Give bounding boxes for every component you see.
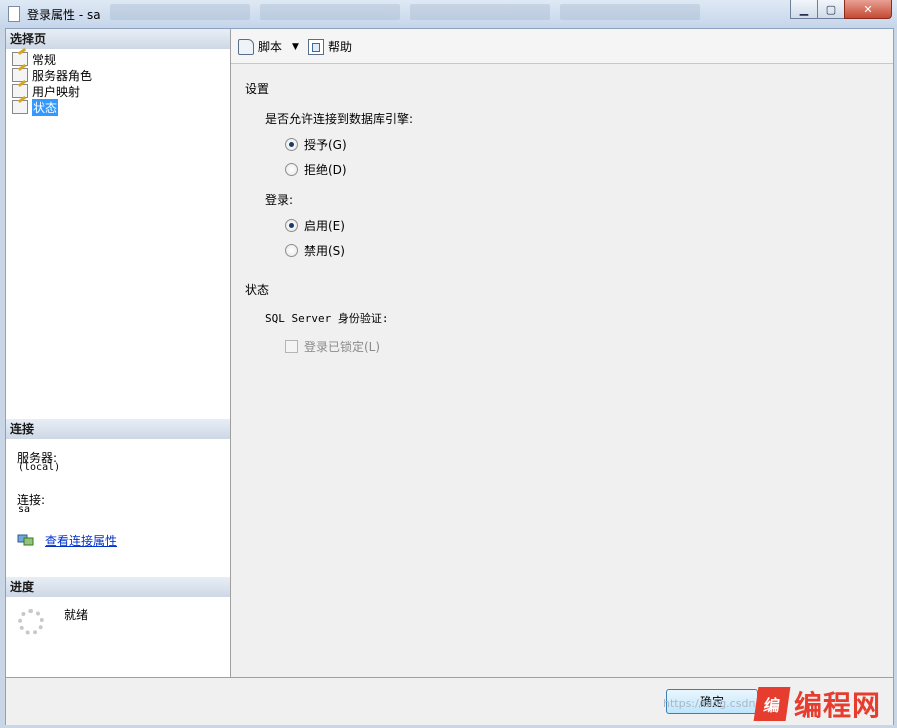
login-locked-checkbox: 登录已锁定(L) [285,338,380,354]
help-button[interactable]: 帮助 [308,38,352,55]
progress-spinner-icon [18,609,44,635]
page-icon [12,100,28,114]
login-label: 登录: [265,193,294,207]
radio-selected-icon [285,137,298,151]
page-item-general[interactable]: 常规 [12,51,56,67]
page-item-label: 用户映射 [32,84,81,99]
page-item-label: 常规 [32,52,57,67]
window-title-bar[interactable]: 登录属性 - sa ▁ ▢ ✕ [0,0,897,28]
enable-radio[interactable]: 启用(E) [285,217,345,233]
page-item-label: 状态 [32,98,59,116]
background-taskbar-tabs [110,4,700,22]
select-page-header: 选择页 [6,29,230,49]
connection-header: 连接 [6,419,230,439]
dialog-frame: 选择页 常规 服务器角色 用户映射 状态 连接 服务器: (local) 连接:… [5,28,894,725]
checkbox-icon [285,339,298,353]
grant-radio[interactable]: 授予(G) [285,136,347,152]
enable-label: 启用(E) [304,218,345,233]
progress-status: 就绪 [64,608,89,622]
sql-auth-label: SQL Server 身份验证: [265,312,389,325]
minimize-button[interactable]: ▁ [790,0,818,19]
radio-unselected-icon [285,243,298,257]
logo-text: 编程网 [794,689,882,722]
permission-label: 是否允许连接到数据库引擎: [265,112,414,126]
settings-section-title: 设置 [245,82,270,96]
page-item-label: 服务器角色 [32,68,93,83]
script-button[interactable]: 脚本 ▼ [238,38,299,55]
logo-mark-icon: 编 [753,687,791,721]
chevron-down-icon[interactable]: ▼ [292,42,299,52]
server-value: (local) [18,462,61,473]
progress-header: 进度 [6,577,230,597]
grant-label: 授予(G) [304,137,347,152]
page-icon [12,52,28,66]
connection-properties-icon [17,534,34,546]
help-icon [308,38,324,55]
settings-panel: 设置 是否允许连接到数据库引擎: 授予(G) 拒绝(D) 登录: 启用(E) 禁… [231,64,893,677]
status-section-title: 状态 [245,283,270,297]
page-icon [12,68,28,82]
view-connection-properties-link[interactable]: 查看连接属性 [45,532,117,549]
radio-selected-icon [285,218,298,232]
script-label: 脚本 [258,40,283,54]
disable-label: 禁用(S) [304,243,345,258]
watermark-url: https://blog.csdn [663,697,756,710]
watermark-logo: 编 编程网 [753,684,882,724]
maximize-button[interactable]: ▢ [817,0,845,19]
left-pane: 选择页 常规 服务器角色 用户映射 状态 连接 服务器: (local) 连接:… [6,29,231,677]
window-title: 登录属性 - sa [27,8,101,22]
toolbar: 脚本 ▼ 帮助 [231,29,893,64]
deny-radio[interactable]: 拒绝(D) [285,161,347,177]
page-icon [12,84,28,98]
close-button[interactable]: ✕ [844,0,892,19]
disable-radio[interactable]: 禁用(S) [285,242,345,258]
window-icon [8,6,20,22]
page-item-status[interactable]: 状态 [12,98,59,116]
connection-value: sa [18,504,31,515]
radio-unselected-icon [285,162,298,176]
login-locked-label: 登录已锁定(L) [304,339,381,354]
help-label: 帮助 [328,40,353,54]
script-icon [238,38,254,55]
deny-label: 拒绝(D) [304,162,347,177]
